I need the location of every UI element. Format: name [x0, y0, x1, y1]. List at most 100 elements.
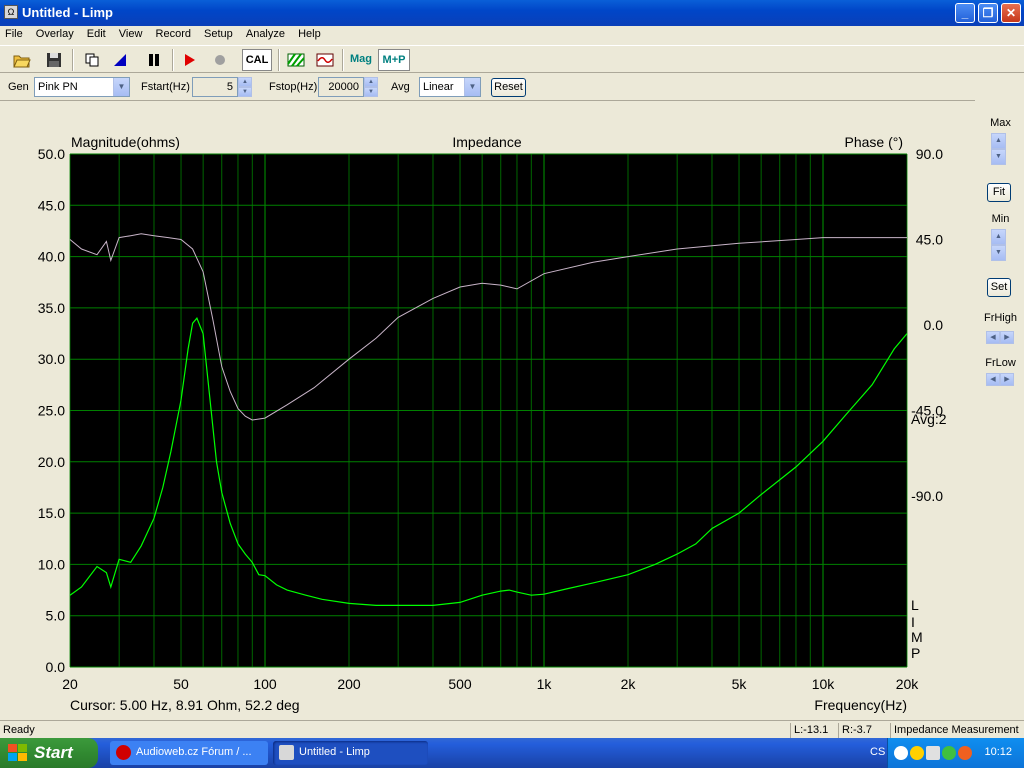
taskbar-item-label: Audioweb.cz Fórum / ...	[136, 746, 252, 758]
y2-tick-label: 45.0	[916, 232, 943, 248]
watermark-letter: I	[911, 614, 915, 630]
y-tick-label: 35.0	[38, 300, 65, 316]
chevron-down-icon[interactable]: ▼	[113, 78, 129, 96]
menu-file[interactable]: File	[0, 26, 28, 40]
menu-analyze[interactable]: Analyze	[241, 26, 290, 40]
measurement-mode: Impedance Measurement	[890, 723, 1024, 738]
max-label: Max	[990, 117, 1011, 129]
frhigh-stepper[interactable]: ◀ ▶	[986, 331, 1014, 344]
left-level: L:-13.1	[790, 723, 836, 738]
play-icon[interactable]	[178, 49, 202, 71]
taskbar-item-limp[interactable]: Untitled - Limp	[273, 741, 428, 765]
avg-select[interactable]: Linear ▼	[419, 77, 481, 97]
impedance-chart[interactable]: Magnitude(ohms) Impedance Phase (°) 0.0 5…	[0, 100, 975, 720]
record-icon[interactable]	[208, 49, 232, 71]
generator-select[interactable]: Pink PN ▼	[34, 77, 130, 97]
fstop-stepper[interactable]: ▲ ▼	[364, 77, 378, 97]
chevron-left-icon[interactable]	[894, 746, 908, 760]
set-button[interactable]: Set	[987, 278, 1011, 297]
taskbar-item-opera[interactable]: Audioweb.cz Fórum / ...	[110, 741, 268, 765]
status-icon[interactable]	[942, 746, 956, 760]
copy-icon[interactable]	[80, 49, 104, 71]
fstart-input[interactable]: 5	[192, 77, 238, 97]
taskbar-item-label: Untitled - Limp	[299, 746, 370, 758]
clock: 10:12	[984, 746, 1012, 758]
y-tick-label: 45.0	[38, 197, 65, 213]
x-tick-label: 20	[62, 676, 78, 692]
reset-button[interactable]: Reset	[491, 78, 526, 97]
mag-button[interactable]: Mag	[347, 49, 375, 71]
menu-view[interactable]: View	[114, 26, 148, 40]
graph-title: Impedance	[452, 134, 521, 150]
fit-button[interactable]: Fit	[987, 183, 1011, 202]
x-tick-label: 500	[448, 676, 472, 692]
shield-icon[interactable]	[910, 746, 924, 760]
x-tick-label: 100	[253, 676, 277, 692]
menu-record[interactable]: Record	[151, 26, 196, 40]
pause-icon[interactable]	[142, 49, 166, 71]
menu-overlay[interactable]: Overlay	[31, 26, 79, 40]
x-tick-label: 20k	[896, 676, 920, 692]
avg-value: Linear	[423, 81, 454, 93]
x-tick-label: 2k	[621, 676, 637, 692]
limp-app-icon[interactable]: Ω	[4, 5, 18, 19]
fstop-input[interactable]: 20000	[318, 77, 364, 97]
watermark-letter: P	[911, 645, 920, 661]
network-icon[interactable]	[926, 746, 940, 760]
restore-button[interactable]: ❐	[978, 3, 998, 23]
update-icon[interactable]	[958, 746, 972, 760]
right-level: R:-3.7	[838, 723, 888, 738]
minimize-button[interactable]: _	[955, 3, 975, 23]
frlow-label: FrLow	[985, 357, 1016, 369]
system-tray: CS 10:12	[870, 738, 1024, 768]
y-tick-label: 20.0	[38, 454, 65, 470]
max-stepper[interactable]: ▲ ▼	[991, 133, 1006, 165]
frlow-stepper[interactable]: ◀ ▶	[986, 373, 1014, 386]
right-panel: Max ▲ ▼ Fit Min ▲ ▼ Set FrHigh FrLow	[977, 103, 1024, 720]
x-tick-label: 1k	[537, 676, 553, 692]
y-tick-label: 10.0	[38, 556, 65, 572]
y-tick-label: 15.0	[38, 505, 65, 521]
y2-tick-label: 0.0	[924, 317, 944, 333]
fstart-label: Fstart(Hz)	[141, 81, 190, 93]
watermark-letter: M	[911, 629, 923, 645]
curve-overlay-icon[interactable]	[313, 49, 337, 71]
save-icon[interactable]	[42, 49, 66, 71]
cursor-readout: Cursor: 5.00 Hz, 8.91 Ohm, 52.2 deg	[70, 697, 300, 713]
x-tick-label: 200	[337, 676, 361, 692]
y-tick-label: 50.0	[38, 146, 65, 162]
min-stepper[interactable]: ▲ ▼	[991, 229, 1006, 261]
left-axis-title: Magnitude(ohms)	[71, 134, 180, 150]
min-label: Min	[991, 213, 1010, 225]
right-axis-title: Phase (°)	[844, 134, 903, 150]
magnitude-phase-button[interactable]: M+P	[378, 49, 410, 71]
windows-flag-icon	[8, 744, 27, 761]
y-tick-label: 0.0	[46, 659, 66, 675]
opera-icon	[116, 745, 131, 760]
language-indicator[interactable]: CS	[870, 746, 885, 758]
hatch-overlay-icon[interactable]	[284, 49, 308, 71]
gen-label: Gen	[8, 81, 29, 93]
x-axis-title: Frequency(Hz)	[814, 697, 907, 713]
limp-app-icon	[279, 745, 294, 760]
avg-count-label: Avg:2	[911, 411, 947, 427]
menu-setup[interactable]: Setup	[199, 26, 238, 40]
open-folder-icon[interactable]	[10, 49, 34, 71]
y-tick-label: 25.0	[38, 403, 65, 419]
fstart-stepper[interactable]: ▲ ▼	[238, 77, 252, 97]
watermark-letter: L	[911, 597, 919, 613]
title-bar: Ω Untitled - Limp _ ❐ ✕	[0, 0, 1024, 26]
x-axis-ticks: 20 50 100 200 500 1k 2k 5k 10k 20k	[62, 676, 919, 692]
menu-edit[interactable]: Edit	[82, 26, 111, 40]
marker-icon[interactable]	[108, 49, 132, 71]
y2-axis-ticks: 90.045.00.0-45.0-90.0	[911, 146, 943, 504]
y-tick-label: 5.0	[46, 608, 66, 624]
chevron-down-icon[interactable]: ▼	[464, 78, 480, 96]
y-axis-ticks: 0.0 5.0 10.0 15.0 20.0 25.0 30.0 35.0 40.0 45.0 50…	[38, 146, 65, 675]
start-button[interactable]: Start	[0, 738, 98, 768]
status-bar: Ready L:-13.1 R:-3.7 Impedance Measureme…	[0, 720, 1024, 738]
cal-button[interactable]: CAL	[242, 49, 272, 71]
close-button[interactable]: ✕	[1001, 3, 1021, 23]
menu-help[interactable]: Help	[293, 26, 326, 40]
y2-tick-label: 90.0	[916, 146, 943, 162]
